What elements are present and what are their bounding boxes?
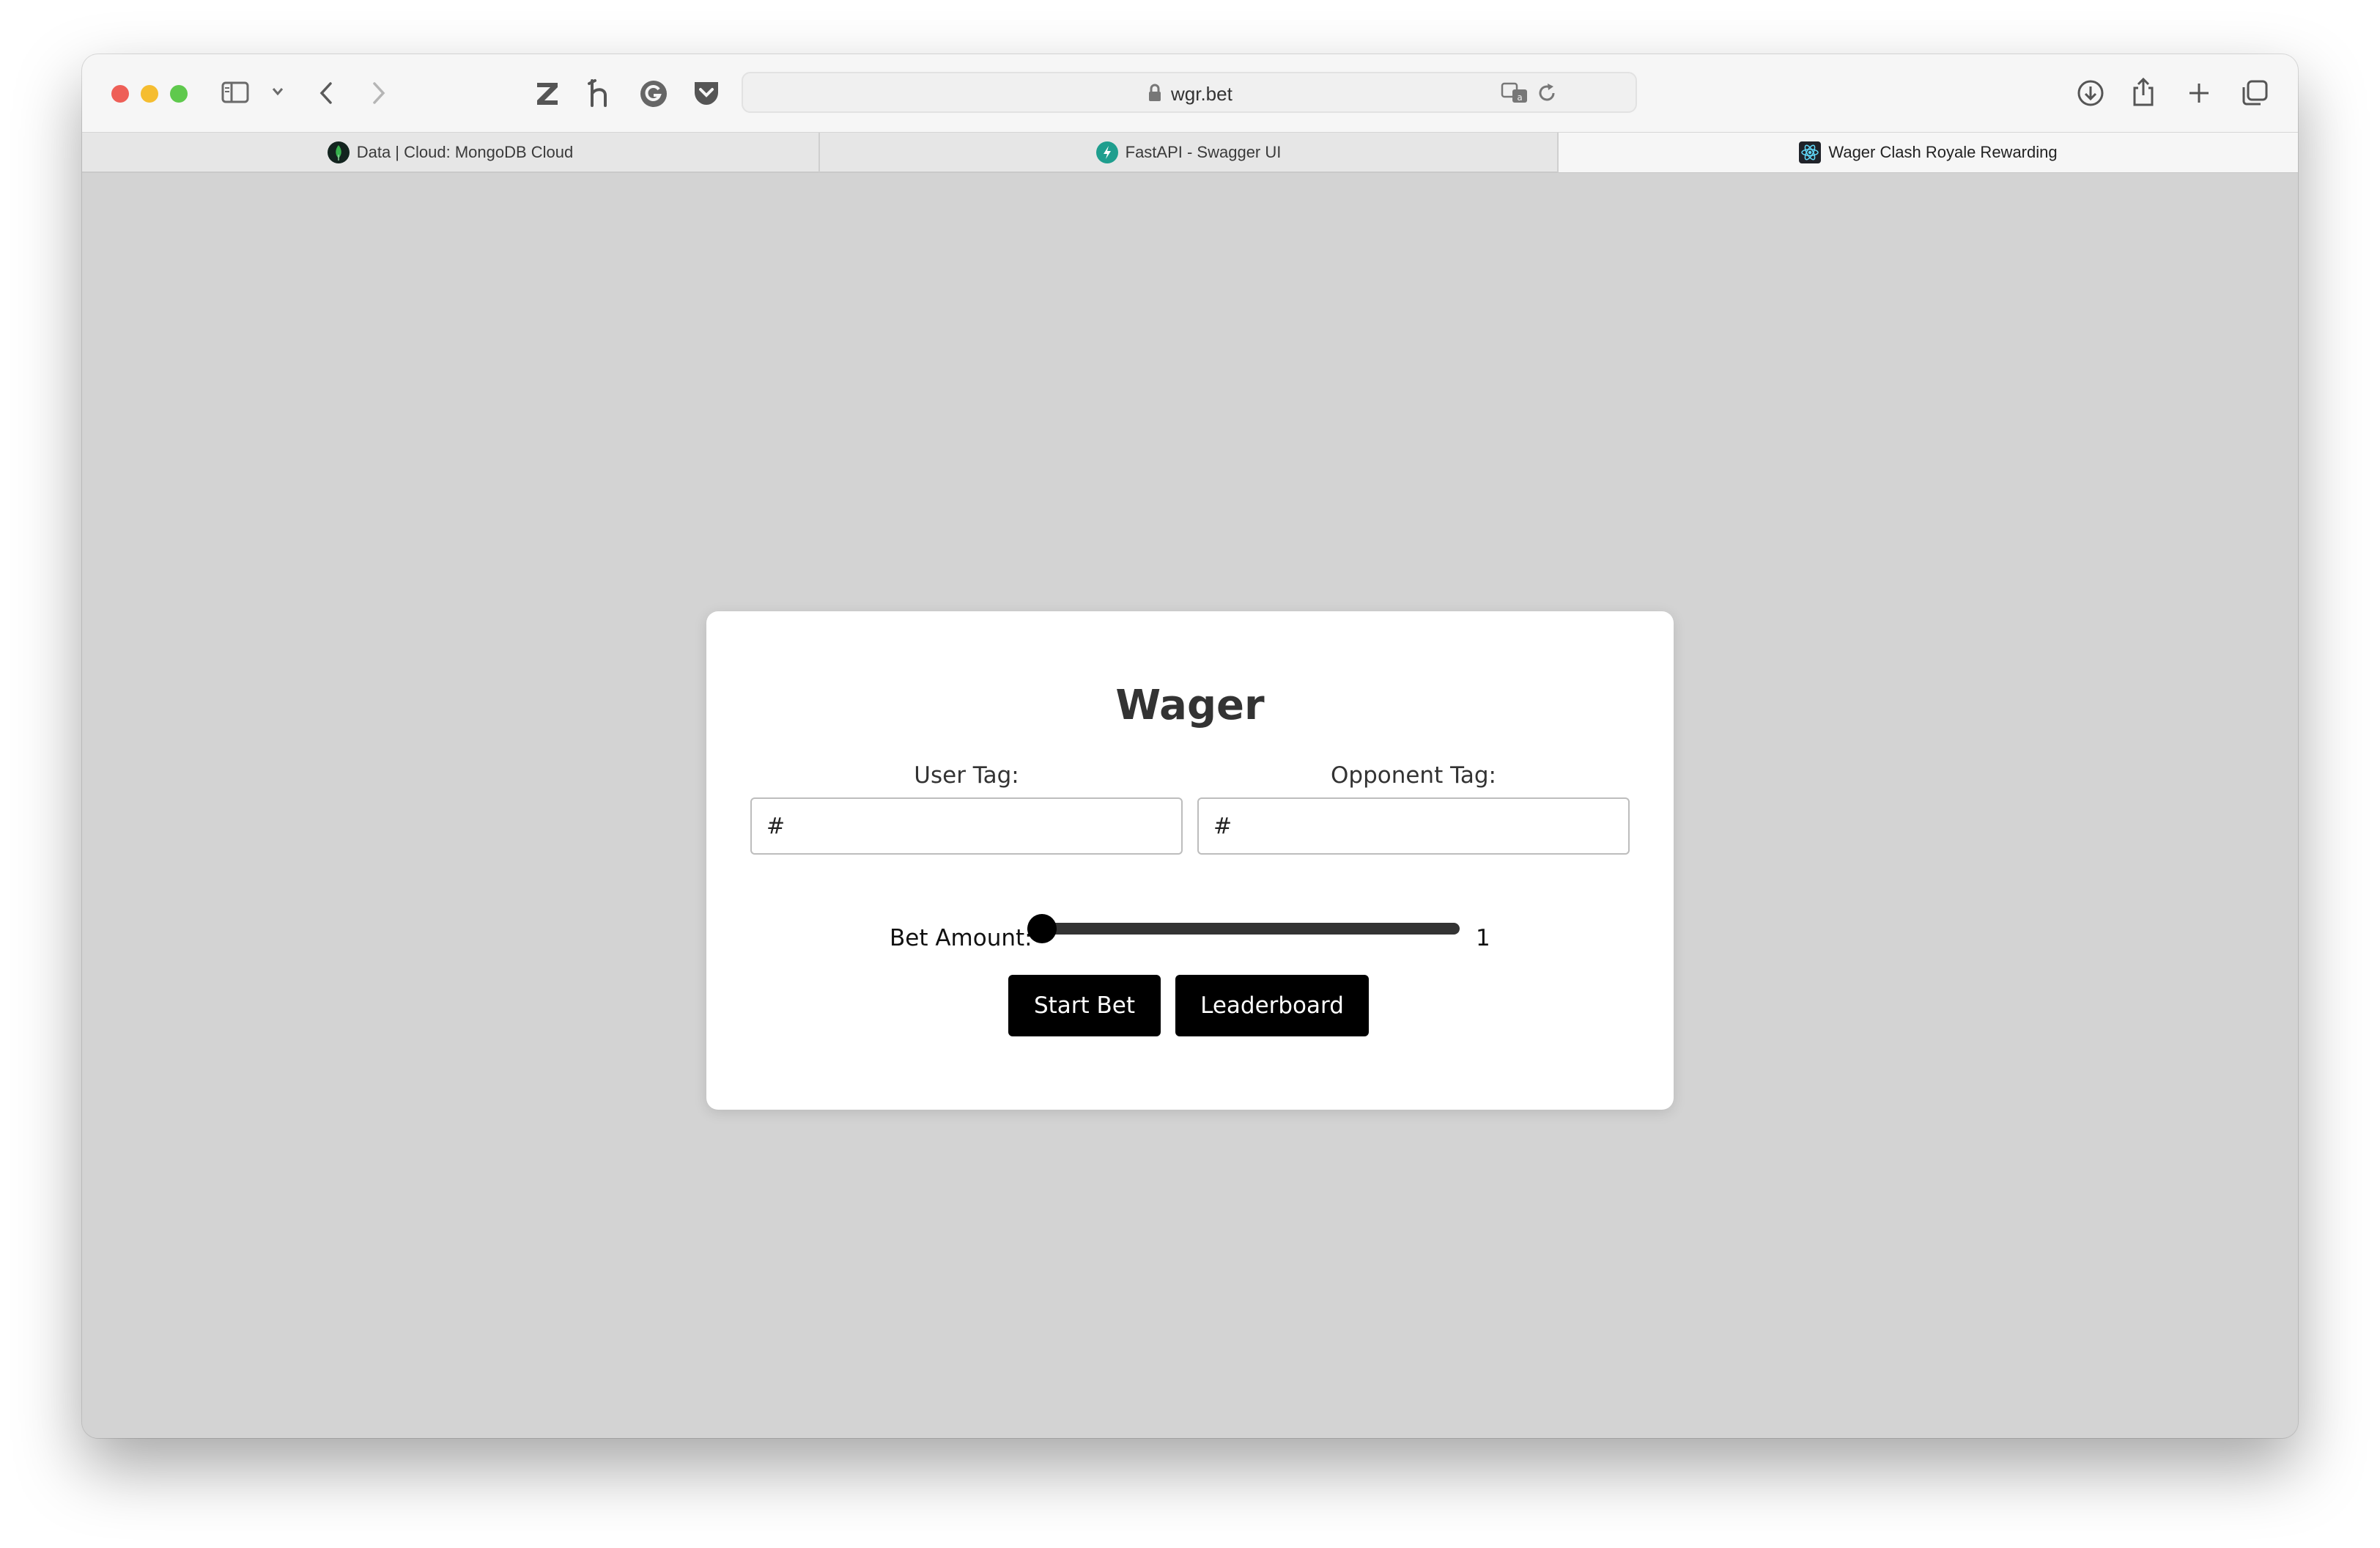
tab-label: FastAPI - Swagger UI <box>1125 143 1282 161</box>
svg-text:a: a <box>1517 92 1522 103</box>
hypothesis-extension-icon[interactable] <box>586 78 614 108</box>
chevron-down-icon[interactable] <box>271 86 284 97</box>
opponent-tag-label: Opponent Tag: <box>1330 762 1497 789</box>
tab-wager[interactable]: Wager Clash Royale Rewarding <box>1559 133 2298 172</box>
tab-fastapi[interactable]: FastAPI - Swagger UI <box>820 133 1559 172</box>
tab-label: Wager Clash Royale Rewarding <box>1828 143 2058 161</box>
tab-mongodb[interactable]: Data | Cloud: MongoDB Cloud <box>82 133 820 172</box>
lock-icon <box>1148 84 1162 106</box>
close-window-button[interactable] <box>111 85 129 103</box>
forward-arrow-icon[interactable] <box>371 81 387 106</box>
pocket-extension-icon[interactable] <box>692 79 721 107</box>
grammarly-extension-icon[interactable] <box>639 79 668 108</box>
bet-amount-value: 1 <box>1476 925 1490 951</box>
browser-toolbar: wgr.bet a <box>82 54 2298 132</box>
page-title: Wager <box>1115 682 1265 729</box>
minimize-window-button[interactable] <box>141 85 158 103</box>
fastapi-bolt-icon <box>1095 141 1118 163</box>
downloads-icon[interactable] <box>2077 79 2104 107</box>
user-tag-label: User Tag: <box>914 762 1019 789</box>
slider-thumb[interactable] <box>1027 914 1057 943</box>
browser-window: wgr.bet a Data | Cloud: MongoDB Cloud Fa… <box>82 54 2298 1438</box>
back-arrow-icon[interactable] <box>318 81 334 106</box>
opponent-tag-input[interactable] <box>1197 797 1630 855</box>
translate-icon[interactable]: a <box>1501 82 1529 108</box>
reload-icon[interactable] <box>1536 82 1558 108</box>
slider-track[interactable] <box>1027 923 1460 935</box>
sidebar-toggle-icon[interactable] <box>221 81 249 104</box>
address-url: wgr.bet <box>1171 83 1232 105</box>
user-tag-input[interactable] <box>750 797 1183 855</box>
share-icon[interactable] <box>2131 76 2156 107</box>
address-bar[interactable]: wgr.bet a <box>742 72 1637 113</box>
mongodb-leaf-icon <box>327 141 350 163</box>
page-content: Wager User Tag: Opponent Tag: Bet Amount… <box>82 173 2298 1438</box>
leaderboard-button[interactable]: Leaderboard <box>1175 975 1369 1036</box>
start-bet-button[interactable]: Start Bet <box>1008 975 1161 1036</box>
tab-overview-icon[interactable] <box>2241 79 2269 107</box>
new-tab-plus-icon[interactable] <box>2187 81 2211 106</box>
maximize-window-button[interactable] <box>170 85 188 103</box>
bet-amount-label: Bet Amount: <box>890 925 1032 951</box>
tab-label: Data | Cloud: MongoDB Cloud <box>356 143 574 161</box>
tab-bar: Data | Cloud: MongoDB Cloud FastAPI - Sw… <box>82 132 2298 173</box>
react-atom-icon <box>1799 141 1822 163</box>
wager-card: Wager User Tag: Opponent Tag: Bet Amount… <box>706 611 1674 1110</box>
zotero-extension-icon[interactable] <box>533 79 561 107</box>
bet-amount-slider[interactable] <box>1027 912 1460 943</box>
